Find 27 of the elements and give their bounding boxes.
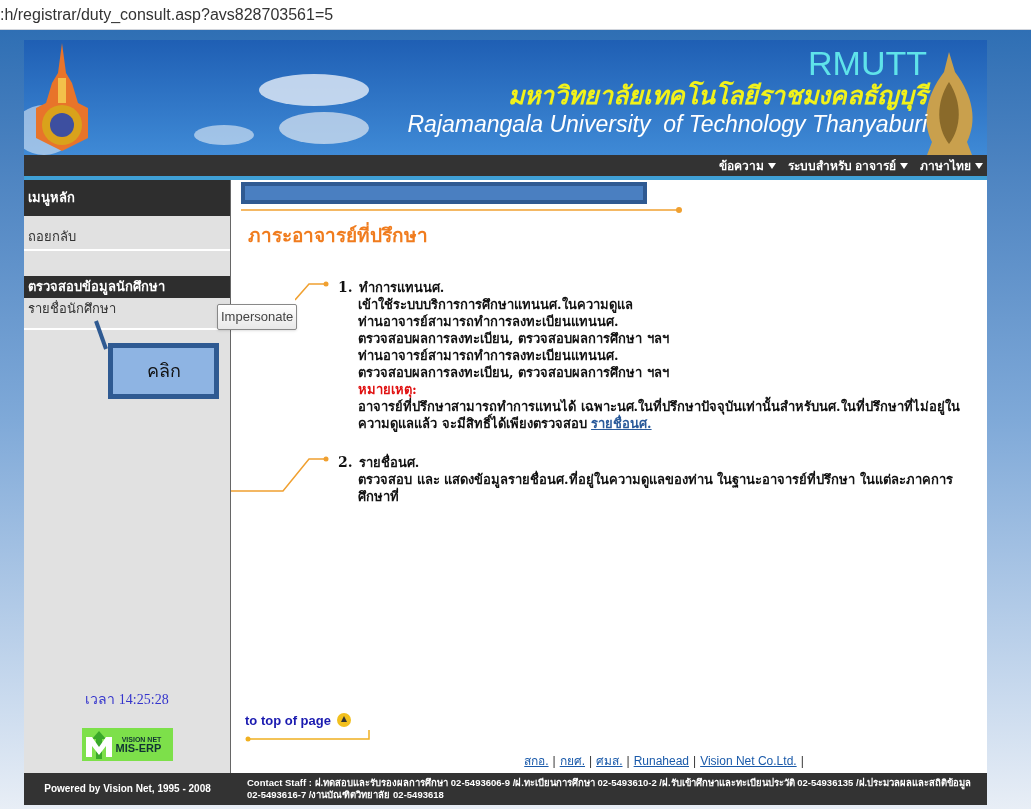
link-separator: | bbox=[589, 753, 593, 770]
callout-box: คลิก bbox=[108, 343, 219, 399]
description-line: ตรวจสอบผลการลงทะเบียน, ตรวจสอบผลการศึกษา ฯลฯ bbox=[358, 329, 670, 347]
description-line: ท่านอาจารย์สามารถทำการลงทะเบียนแทนนศ. bbox=[358, 312, 619, 330]
powered-by-text: Powered by Vision Net, 1995 - 2008 bbox=[43, 783, 212, 795]
contact-text: Contact Staff : ฝ.ทดสอบและรับรองผลการศึกษา 02-5493606-9 /ฝ.ทะเบียนการศึกษา 02-5493610-2 /ฝ.รับเข้าศึกษาและทะเบียนประวัติ 02-54936135 /ฝ.ประมวลผลและสถิติข้อมูล 02-5493616-7 /งานบัณฑิตวิทยาลัย 02-5493618 bbox=[246, 777, 973, 801]
description-line: ตรวจสอบผลการลงทะเบียน, ตรวจสอบผลการศึกษา ฯลฯ bbox=[358, 363, 670, 381]
item-number: 1. bbox=[338, 278, 353, 296]
description-line: ตรวจสอบ และ แสดงข้อมูลรายชื่อนศ.ที่อยู่ในความดูแลของท่าน ในฐานะอาจารย์ที่ปรึกษา ในแต่ละภาคการศึกษาที่ bbox=[358, 470, 954, 505]
link-separator: | bbox=[800, 753, 804, 770]
link-separator: | bbox=[626, 753, 630, 770]
site-abbreviation: RMUTT bbox=[808, 46, 927, 80]
link-separator: | bbox=[552, 753, 556, 770]
link-separator: | bbox=[693, 753, 697, 770]
tooltip: Impersonate bbox=[217, 304, 298, 330]
note-text: อาจารย์ที่ปรึกษาสามารถทำการแทนได้ เฉพาะนศ.ในที่ปรึกษาปัจจุบันเท่านั้นสำหรับนศ.ในที่ปรึกษาที่ไม่อยู่ในความดูแลแล้ว จะมีสิทธิ์ได้เพียงตรวจสอบ รายชื่อนศ. bbox=[358, 397, 961, 432]
clock-text: เวลา 14:25:28 bbox=[84, 691, 170, 709]
badge-text: MIS-ERP bbox=[115, 742, 162, 754]
item-heading: รายชื่อนศ. bbox=[358, 453, 420, 471]
note-label: หมายเหตุ: bbox=[358, 380, 417, 398]
item-number: 2. bbox=[338, 453, 353, 471]
description-line: ท่านอาจารย์สามารถทำการลงทะเบียนแทนนศ. bbox=[358, 346, 620, 364]
sidebar-title: เมนูหลัก bbox=[24, 180, 230, 216]
item-heading: ทำการแทนนศ. bbox=[358, 278, 445, 296]
description-line: เข้าใช้ระบบบริการการศึกษาแทนนศ.ในความดูแล bbox=[358, 295, 634, 313]
university-english-name: Rajamangala University of Technology Thanyaburi bbox=[407, 111, 927, 138]
page-title: ภาระอาจารย์ที่ปรึกษา bbox=[248, 222, 987, 251]
